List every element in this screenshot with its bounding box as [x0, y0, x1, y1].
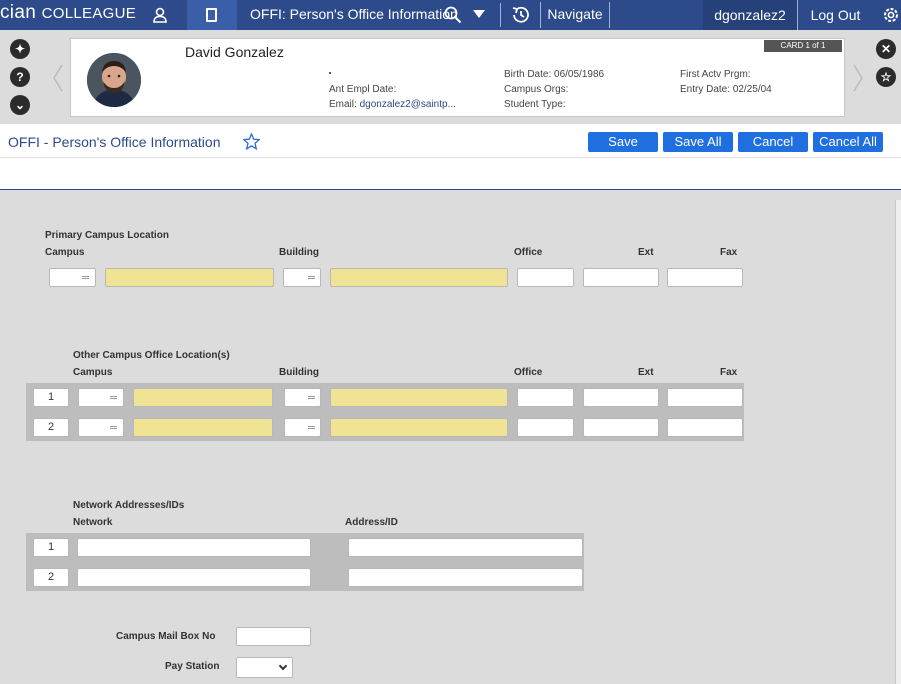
- other-office-input[interactable]: [517, 418, 574, 437]
- section-label-network: Network Addresses/IDs: [73, 500, 185, 511]
- navigate-button[interactable]: Navigate: [540, 2, 610, 28]
- lookup-icon[interactable]: [110, 426, 117, 429]
- other-campus-desc-field: [133, 388, 273, 407]
- other-campus-desc-field: [133, 418, 273, 437]
- other-building-desc-field: [330, 418, 508, 437]
- other-campus-code-input[interactable]: [78, 388, 124, 407]
- column-label-campus: Campus: [45, 247, 85, 258]
- section-label-primary: Primary Campus Location: [45, 230, 169, 241]
- avatar: [87, 53, 141, 107]
- row-number[interactable]: 1: [33, 538, 69, 557]
- campus-mailbox-input[interactable]: [236, 627, 311, 646]
- campus-orgs: Campus Orgs:: [504, 84, 569, 95]
- row-number[interactable]: 2: [33, 418, 69, 437]
- logout-button[interactable]: Log Out: [797, 0, 873, 30]
- mailbox-label: Campus Mail Box No: [116, 631, 216, 642]
- primary-fax-input[interactable]: [667, 268, 743, 287]
- divider: [500, 3, 501, 27]
- lookup-icon[interactable]: [82, 276, 89, 279]
- person-name: David Gonzalez: [185, 44, 284, 60]
- column-label-fax: Fax: [720, 367, 738, 378]
- brand-logo: cian COLLEAGUE: [0, 2, 137, 23]
- lookup-icon[interactable]: [110, 396, 117, 399]
- help-icon[interactable]: ?: [10, 67, 30, 87]
- email-info: Email: dgonzalez2@saintp...: [329, 99, 456, 110]
- page-selector[interactable]: OFFI: Person's Office Information: [250, 6, 458, 22]
- column-label-building: Building: [279, 247, 319, 258]
- card-counter-badge: CARD 1 of 1: [764, 40, 842, 52]
- primary-campus-desc-field: [105, 268, 274, 287]
- other-building-desc-field: [330, 388, 508, 407]
- chevron-right-icon[interactable]: [852, 64, 864, 92]
- column-label-address: Address/ID: [345, 517, 398, 528]
- column-label-building: Building: [279, 367, 319, 378]
- row-number[interactable]: 2: [33, 568, 69, 587]
- primary-campus-code-input[interactable]: [49, 268, 96, 287]
- network-input[interactable]: [77, 538, 311, 557]
- page-title: OFFI - Person's Office Information: [8, 134, 221, 150]
- column-label-ext: Ext: [638, 247, 654, 258]
- other-fax-input[interactable]: [667, 418, 743, 437]
- column-label-office: Office: [514, 247, 543, 258]
- favorite-star-icon[interactable]: [243, 133, 260, 150]
- row-number[interactable]: 1: [33, 388, 69, 407]
- column-label-fax: Fax: [720, 247, 738, 258]
- separator-dot: [329, 72, 331, 74]
- history-icon[interactable]: [510, 4, 532, 26]
- birth-date: Birth Date: 06/05/1986: [504, 69, 605, 80]
- column-label-office: Office: [514, 367, 543, 378]
- address-id-input[interactable]: [348, 538, 583, 557]
- other-building-code-input[interactable]: [284, 418, 321, 437]
- other-ext-input[interactable]: [583, 388, 659, 407]
- network-input[interactable]: [77, 568, 311, 587]
- entry-date: Entry Date: 02/25/04: [680, 84, 772, 95]
- section-label-other: Other Campus Office Location(s): [73, 350, 230, 361]
- user-profile-icon[interactable]: [153, 7, 167, 23]
- star-icon[interactable]: ☆: [876, 67, 896, 87]
- document-icon: [206, 8, 217, 22]
- chevron-left-icon[interactable]: [52, 64, 64, 92]
- person-card: David Gonzalez CARD 1 of 1 Ant Empl Date…: [70, 38, 845, 117]
- column-label-ext: Ext: [638, 367, 654, 378]
- chevron-down-icon[interactable]: [473, 10, 485, 18]
- other-ext-input[interactable]: [583, 418, 659, 437]
- pay-station-label: Pay Station: [165, 661, 220, 672]
- column-label-campus: Campus: [73, 367, 113, 378]
- close-icon[interactable]: ✕: [876, 39, 896, 59]
- lookup-icon[interactable]: [308, 396, 315, 399]
- other-fax-input[interactable]: [667, 388, 743, 407]
- pin-icon[interactable]: ✦: [10, 39, 30, 59]
- primary-office-input[interactable]: [517, 268, 574, 287]
- email-link[interactable]: dgonzalez2@saintp...: [360, 99, 456, 110]
- pay-station-select[interactable]: [236, 657, 293, 678]
- primary-ext-input[interactable]: [583, 268, 659, 287]
- save-button[interactable]: Save: [588, 132, 658, 152]
- primary-building-desc-field: [330, 268, 508, 287]
- other-building-code-input[interactable]: [284, 388, 321, 407]
- column-label-network: Network: [73, 517, 113, 528]
- chevron-down-icon: [278, 661, 288, 671]
- primary-building-code-input[interactable]: [283, 268, 321, 287]
- cancel-all-button[interactable]: Cancel All: [813, 132, 883, 152]
- cancel-button[interactable]: Cancel: [738, 132, 808, 152]
- ant-empl-date: Ant Empl Date:: [329, 84, 397, 95]
- vertical-scrollbar[interactable]: [895, 200, 901, 684]
- other-campus-code-input[interactable]: [78, 418, 124, 437]
- first-actv-prgm: First Actv Prgm:: [680, 69, 751, 80]
- student-type: Student Type:: [504, 99, 566, 110]
- gear-icon[interactable]: [881, 5, 901, 25]
- address-id-input[interactable]: [348, 568, 583, 587]
- chevron-down-icon[interactable]: ⌄: [10, 95, 30, 115]
- lookup-icon[interactable]: [308, 276, 315, 279]
- form-header: OFFI - Person's Office Information Save …: [0, 124, 901, 158]
- form-toolbar-gap: [0, 158, 901, 190]
- other-office-input[interactable]: [517, 388, 574, 407]
- lookup-icon[interactable]: [308, 426, 315, 429]
- person-card-area: ✦ ? ⌄ David Gonzalez CARD 1 of 1 Ant Emp…: [0, 30, 901, 124]
- document-tab[interactable]: [187, 0, 237, 30]
- save-all-button[interactable]: Save All: [663, 132, 733, 152]
- top-nav-bar: cian COLLEAGUE OFFI: Person's Office Inf…: [0, 0, 901, 30]
- search-icon[interactable]: [444, 6, 462, 24]
- username-button[interactable]: dgonzalez2: [703, 0, 797, 30]
